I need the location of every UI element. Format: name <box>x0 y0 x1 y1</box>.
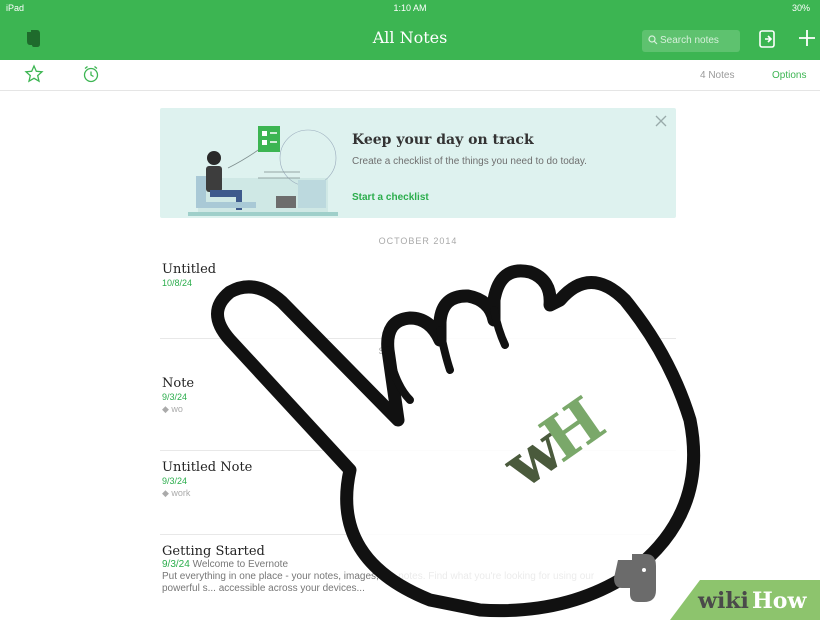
note-list-item[interactable]: Untitled Note 9/3/24 ◆ work <box>162 460 674 499</box>
battery-level: 30% <box>791 3 810 13</box>
note-snippet: 9/3/24 Welcome to Evernote <box>162 559 622 571</box>
search-input[interactable]: Search notes <box>642 30 740 52</box>
search-placeholder: Search notes <box>660 35 719 46</box>
clock: 1:10 AM <box>393 3 427 13</box>
note-date: 9/3/24 <box>162 476 188 486</box>
wikihow-wiki-text: wiki <box>698 588 749 614</box>
close-icon[interactable] <box>654 114 668 128</box>
app-frame: iPad 1:10 AM 30% All Notes Search notes <box>0 0 820 620</box>
note-title: Untitled Note <box>162 460 253 475</box>
toolbar: 4 Notes Options <box>0 60 820 91</box>
note-date: 9/3/24 <box>162 392 188 402</box>
note-title: Untitled <box>162 262 217 277</box>
note-title: Getting Started <box>162 544 265 559</box>
status-bar: iPad 1:10 AM 30% <box>0 0 820 16</box>
divider <box>160 338 676 339</box>
banner-title: Keep your day on track <box>352 132 534 148</box>
section-header: S <box>378 346 386 356</box>
note-count: 4 Notes <box>700 70 735 81</box>
wikihow-watermark: wiki How <box>670 580 820 620</box>
options-link[interactable]: Options <box>772 70 806 81</box>
reminder-icon[interactable] <box>82 65 100 83</box>
search-icon <box>648 35 658 45</box>
note-list-item[interactable]: Getting Started 9/3/24 Welcome to Everno… <box>162 544 674 595</box>
plus-icon[interactable] <box>796 27 818 49</box>
nav-bar: All Notes Search notes <box>0 16 820 60</box>
note-tag-label: wo <box>171 404 183 414</box>
pointing-hand-overlay: w H <box>211 264 701 618</box>
wikihow-how-text: How <box>752 588 807 614</box>
new-note-icon[interactable] <box>756 28 778 50</box>
note-tag: ◆ work <box>162 488 191 498</box>
note-date: 10/8/24 <box>162 278 193 288</box>
start-checklist-link[interactable]: Start a checklist <box>352 192 429 203</box>
banner-description: Create a checklist of the things you nee… <box>352 156 587 167</box>
divider <box>160 534 676 535</box>
note-tag: ◆ wo <box>162 404 183 414</box>
divider <box>160 450 676 451</box>
note-date: 9/3/24 <box>162 559 190 570</box>
checklist-illustration <box>188 126 338 216</box>
note-list-item[interactable]: Note 9/3/24 ◆ wo <box>162 376 674 415</box>
note-list-item[interactable]: Untitled 10/8/24 <box>162 262 674 288</box>
note-tag-label: work <box>171 488 191 498</box>
elephant-icon <box>614 554 656 602</box>
note-snippet-body: Put everything in one place - your notes… <box>162 571 595 594</box>
checklist-promo-banner: Keep your day on track Create a checklis… <box>160 108 676 218</box>
star-icon[interactable] <box>24 64 44 84</box>
note-title: Note <box>162 376 195 391</box>
note-snippet-first: Welcome to Evernote <box>192 559 289 570</box>
section-header: OCTOBER 2014 <box>378 236 458 246</box>
